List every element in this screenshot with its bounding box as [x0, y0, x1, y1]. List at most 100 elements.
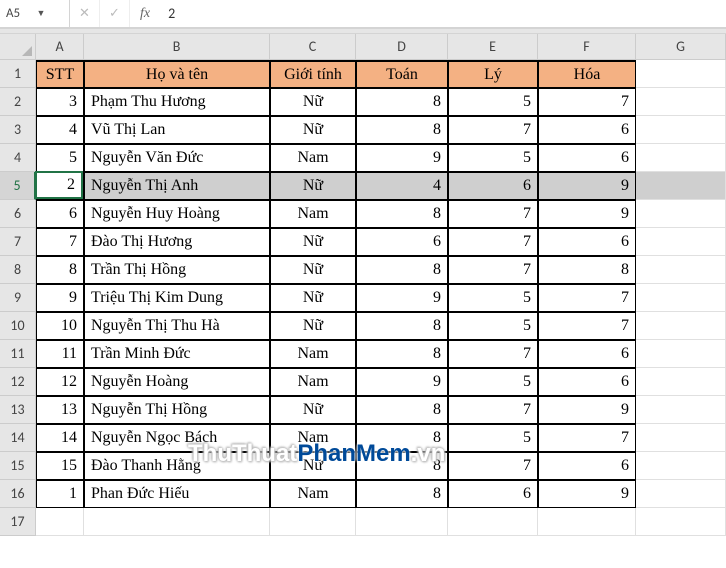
cell[interactable]: Nữ [270, 88, 356, 116]
cell[interactable]: 7 [538, 312, 636, 340]
cell[interactable]: 7 [448, 200, 538, 228]
cell[interactable] [636, 340, 726, 368]
cell[interactable]: 9 [538, 480, 636, 508]
cell[interactable] [636, 284, 726, 312]
table-header[interactable]: Hóa [538, 60, 636, 88]
cell[interactable] [270, 508, 356, 536]
cell[interactable] [636, 312, 726, 340]
row-header[interactable]: 6 [0, 200, 36, 228]
cell[interactable]: Nữ [270, 396, 356, 424]
cell[interactable] [636, 508, 726, 536]
cell[interactable]: 5 [448, 312, 538, 340]
table-header[interactable]: STT [36, 60, 84, 88]
cell[interactable]: 7 [448, 116, 538, 144]
cell[interactable]: 5 [448, 284, 538, 312]
row-header[interactable]: 4 [0, 144, 36, 172]
cell[interactable]: 6 [538, 340, 636, 368]
cell[interactable] [636, 256, 726, 284]
row-header[interactable]: 12 [0, 368, 36, 396]
table-header[interactable]: Họ và tên [84, 60, 270, 88]
cell[interactable]: 7 [538, 88, 636, 116]
cell[interactable]: 8 [356, 200, 448, 228]
cell[interactable]: Nam [270, 340, 356, 368]
cell[interactable]: 6 [538, 144, 636, 172]
column-header-E[interactable]: E [448, 34, 538, 60]
cell[interactable]: Nữ [270, 228, 356, 256]
cell[interactable] [636, 452, 726, 480]
cell[interactable]: 8 [356, 340, 448, 368]
cell[interactable] [356, 508, 448, 536]
cell[interactable]: 5 [448, 368, 538, 396]
row-header[interactable]: 7 [0, 228, 36, 256]
cell[interactable]: 7 [448, 340, 538, 368]
cell[interactable]: Phạm Thu Hương [84, 88, 270, 116]
row-header[interactable]: 16 [0, 480, 36, 508]
select-all-corner[interactable] [0, 34, 36, 60]
cell[interactable]: 8 [356, 480, 448, 508]
cell[interactable]: 2 [36, 172, 84, 200]
row-header[interactable]: 14 [0, 424, 36, 452]
cell[interactable]: 5 [448, 88, 538, 116]
cell[interactable]: 14 [36, 424, 84, 452]
cell[interactable]: Nam [270, 144, 356, 172]
row-header[interactable]: 13 [0, 396, 36, 424]
row-header[interactable]: 10 [0, 312, 36, 340]
cell[interactable]: 4 [356, 172, 448, 200]
table-header[interactable]: Giới tính [270, 60, 356, 88]
table-header[interactable]: Toán [356, 60, 448, 88]
cell[interactable]: 6 [448, 172, 538, 200]
cell[interactable]: 9 [356, 284, 448, 312]
cell[interactable]: 6 [448, 480, 538, 508]
cell[interactable]: 9 [538, 200, 636, 228]
cell[interactable]: Nữ [270, 256, 356, 284]
cell[interactable]: Nam [270, 200, 356, 228]
cell[interactable]: Nguyễn Thị Hồng [84, 396, 270, 424]
cell[interactable]: 7 [448, 228, 538, 256]
column-header-C[interactable]: C [270, 34, 356, 60]
cell[interactable]: 4 [36, 116, 84, 144]
row-header[interactable]: 17 [0, 508, 36, 536]
cell[interactable]: 3 [36, 88, 84, 116]
confirm-icon[interactable]: ✓ [100, 0, 130, 27]
cell[interactable]: 6 [356, 228, 448, 256]
cell[interactable]: Nguyễn Văn Đức [84, 144, 270, 172]
cell[interactable]: 5 [448, 144, 538, 172]
cell[interactable]: Nguyễn Thị Thu Hà [84, 312, 270, 340]
cell[interactable] [636, 368, 726, 396]
cell[interactable]: Nguyễn Hoàng [84, 368, 270, 396]
column-header-A[interactable]: A [36, 34, 84, 60]
cell[interactable]: 8 [356, 256, 448, 284]
cell[interactable]: 7 [448, 396, 538, 424]
cell[interactable] [636, 60, 726, 88]
cell[interactable]: Nguyễn Thị Anh [84, 172, 270, 200]
cell[interactable] [36, 508, 84, 536]
cell[interactable]: Nam [270, 368, 356, 396]
cell[interactable]: 6 [538, 228, 636, 256]
cell[interactable] [636, 172, 726, 200]
cell[interactable]: Nữ [270, 284, 356, 312]
cell[interactable]: 8 [538, 256, 636, 284]
row-header[interactable]: 2 [0, 88, 36, 116]
cell[interactable]: 12 [36, 368, 84, 396]
column-header-G[interactable]: G [636, 34, 726, 60]
cell[interactable]: Nữ [270, 172, 356, 200]
cell[interactable]: 6 [538, 452, 636, 480]
cell[interactable]: 10 [36, 312, 84, 340]
cell[interactable]: 8 [356, 116, 448, 144]
formula-input[interactable]: 2 [160, 5, 726, 22]
cell[interactable]: 5 [448, 424, 538, 452]
column-header-D[interactable]: D [356, 34, 448, 60]
cell[interactable]: 9 [36, 284, 84, 312]
cell[interactable]: 1 [36, 480, 84, 508]
name-box[interactable]: A5 ▼ [0, 0, 70, 27]
row-header[interactable]: 1 [0, 60, 36, 88]
row-header[interactable]: 9 [0, 284, 36, 312]
cell[interactable]: Nữ [270, 116, 356, 144]
cell[interactable]: Nam [270, 480, 356, 508]
cell[interactable]: 9 [356, 144, 448, 172]
cell[interactable]: 8 [36, 256, 84, 284]
cell[interactable]: Nguyễn Huy Hoàng [84, 200, 270, 228]
cell[interactable] [636, 116, 726, 144]
cancel-icon[interactable]: ✕ [70, 0, 100, 27]
cell[interactable]: 13 [36, 396, 84, 424]
